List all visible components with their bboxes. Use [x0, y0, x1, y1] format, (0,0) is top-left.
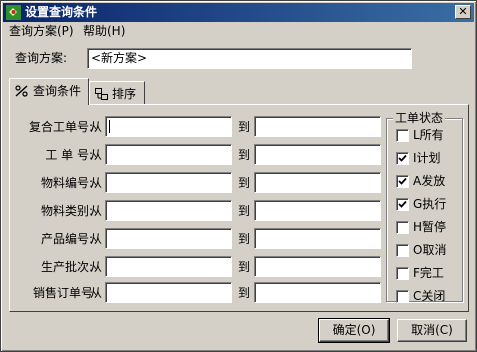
from-label: 从 — [90, 232, 103, 246]
tab-sort[interactable]: 排序 — [89, 81, 145, 105]
from-label: 从 — [90, 286, 103, 300]
checkmark-icon — [398, 177, 407, 185]
row-label: 复合工单号: — [28, 120, 93, 134]
to-label: 到 — [238, 120, 251, 134]
text-caret — [109, 120, 110, 133]
to-label: 到 — [238, 260, 251, 274]
checkbox-label: L所有 — [413, 128, 444, 142]
from-label: 从 — [90, 204, 103, 218]
to-label: 到 — [238, 176, 251, 190]
filter-icon — [15, 85, 28, 97]
row-label: 工 单 号: — [45, 148, 93, 162]
row-label: 销售订单号 — [32, 286, 93, 300]
cancel-button[interactable]: 取消(C) — [397, 319, 467, 342]
tab-query-conditions-label: 查询条件 — [33, 84, 82, 98]
to-input[interactable] — [254, 200, 381, 221]
checkbox[interactable] — [396, 175, 409, 188]
from-input[interactable] — [105, 116, 232, 137]
checkbox-label: A发放 — [413, 174, 446, 188]
to-input[interactable] — [254, 144, 381, 165]
close-button[interactable]: ✕ — [455, 5, 471, 19]
to-label: 到 — [238, 232, 251, 246]
checkbox-label: G执行 — [413, 197, 447, 211]
scheme-value: <新方案> — [91, 51, 148, 65]
scheme-input[interactable]: <新方案> — [87, 48, 412, 69]
title-bar[interactable]: 设置查询条件 ✕ — [3, 3, 474, 22]
from-input[interactable] — [105, 282, 232, 303]
from-input[interactable] — [105, 200, 232, 221]
checkbox[interactable] — [396, 152, 409, 165]
checkbox[interactable] — [396, 129, 409, 142]
from-input[interactable] — [105, 228, 232, 249]
scheme-label: 查询方案: — [15, 51, 68, 65]
window-title: 设置查询条件 — [25, 5, 98, 19]
menu-help[interactable]: 帮助(H) — [83, 24, 125, 38]
tab-query-conditions[interactable]: 查询条件 — [9, 78, 89, 105]
row-label: 物料编号: — [40, 176, 93, 190]
to-label: 到 — [238, 286, 251, 300]
app-icon — [6, 5, 21, 20]
from-label: 从 — [90, 176, 103, 190]
checkbox[interactable] — [396, 244, 409, 257]
to-label: 到 — [238, 204, 251, 218]
from-label: 从 — [90, 120, 103, 134]
menu-query-scheme[interactable]: 查询方案(P) — [9, 24, 74, 38]
tab-sort-label: 排序 — [112, 87, 137, 101]
checkbox[interactable] — [396, 290, 409, 303]
dialog-window: 设置查询条件 ✕ 查询方案(P) 帮助(H) 查询方案: <新方案> 查询条件 … — [0, 0, 477, 352]
status-group-title: 工单状态 — [393, 111, 446, 125]
to-input[interactable] — [254, 116, 381, 137]
checkbox[interactable] — [396, 221, 409, 234]
checkbox[interactable] — [396, 267, 409, 280]
to-input[interactable] — [254, 256, 381, 277]
checkbox-label: H暂停 — [413, 220, 447, 234]
ok-button[interactable]: 确定(O) — [318, 318, 390, 343]
checkbox-label: F完工 — [413, 266, 444, 280]
checkmark-icon — [398, 200, 407, 208]
row-label: 物料类别: — [40, 204, 93, 218]
to-label: 到 — [238, 148, 251, 162]
checkbox-label: C关闭 — [413, 289, 446, 303]
from-input[interactable] — [105, 144, 232, 165]
checkbox-label: I计划 — [413, 151, 441, 165]
to-input[interactable] — [254, 172, 381, 193]
menu-bar: 查询方案(P) 帮助(H) — [3, 22, 474, 40]
to-input[interactable] — [254, 282, 381, 303]
from-input[interactable] — [105, 256, 232, 277]
to-input[interactable] — [254, 228, 381, 249]
checkbox[interactable] — [396, 198, 409, 211]
close-icon: ✕ — [458, 5, 468, 18]
row-label: 生产批次: — [40, 260, 93, 274]
sort-icon — [95, 88, 108, 100]
from-label: 从 — [90, 148, 103, 162]
from-input[interactable] — [105, 172, 232, 193]
row-label: 产品编号: — [40, 232, 93, 246]
checkmark-icon — [398, 154, 407, 162]
checkbox-label: O取消 — [413, 243, 447, 257]
from-label: 从 — [90, 260, 103, 274]
